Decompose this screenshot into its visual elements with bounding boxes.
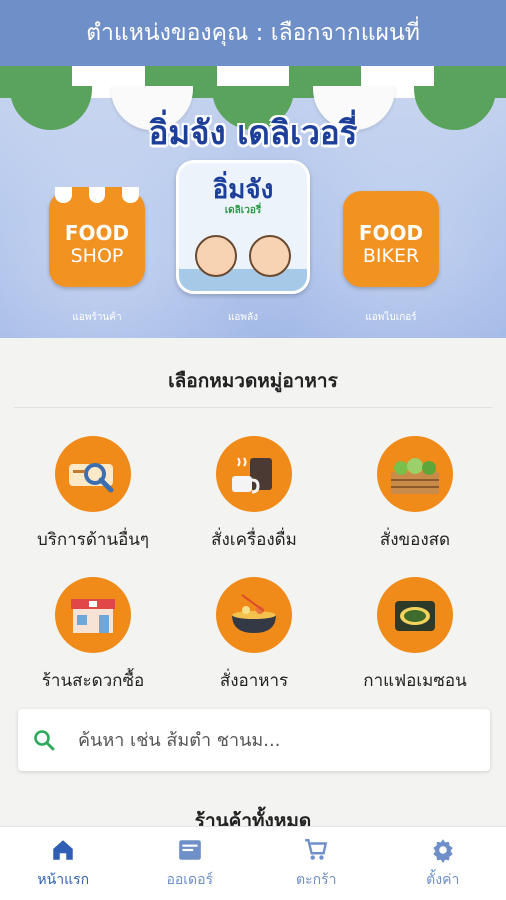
category-label: บริการด้านอื่นๆ — [36, 530, 150, 550]
category-section-title: เลือกหมวดหมู่อาหาร — [168, 370, 338, 392]
search-icon — [34, 730, 55, 751]
nav-settings-label: ตั้งค่า — [426, 871, 460, 888]
category-label: สั่งอาหาร — [219, 671, 289, 691]
convenience-store-icon — [55, 577, 131, 653]
nav-settings[interactable]: ตั้งค่า — [380, 827, 506, 900]
nav-orders[interactable]: ออเดอร์ — [127, 827, 254, 900]
nav-home-label: หน้าแรก — [37, 871, 90, 888]
mascot-face-icon — [195, 235, 237, 277]
nav-orders-label: ออเดอร์ — [166, 871, 214, 888]
location-title: ตำแหน่งของคุณ : เลือกจากแผนที่ — [86, 20, 420, 46]
category-label: กาแฟอเมซอน — [363, 671, 467, 691]
nav-cart[interactable]: ตะกร้า — [253, 827, 380, 900]
services-icon — [55, 436, 131, 512]
promo-banner: อิ่มจัง เดลิเวอรี่ FOOD SHOP อิ่มจัง เดล… — [0, 66, 506, 338]
gear-icon — [433, 838, 453, 863]
cart-icon — [305, 838, 328, 860]
biker-app-label: แอพไบเกอร์ — [365, 312, 417, 323]
brand-logo-text: อิ่มจัง เดลิเวอรี่ — [148, 113, 358, 152]
food-bowl-icon — [216, 577, 292, 653]
divider — [14, 407, 492, 408]
nav-home[interactable]: หน้าแรก — [0, 827, 127, 900]
category-food[interactable]: สั่งอาหาร — [170, 577, 338, 694]
category-convenience-store[interactable]: ร้านสะดวกซื้อ — [9, 577, 177, 694]
food-biker-line2: BIKER — [362, 244, 420, 267]
mascot-face-icon — [249, 235, 291, 277]
category-amazon-coffee[interactable]: กาแฟอเมซอน — [331, 577, 499, 694]
search-input[interactable] — [78, 729, 458, 751]
category-label: ร้านสะดวกซื้อ — [41, 671, 145, 691]
food-shop-line1: FOOD — [64, 220, 130, 245]
main-app-label: แอพลัง — [227, 312, 259, 323]
imjang-mascot-app-icon[interactable]: อิ่มจัง เดลิเวอรี่ — [176, 160, 310, 294]
fresh-produce-icon — [377, 436, 453, 512]
bottom-navigation: หน้าแรก ออเดอร์ ตะกร้า ตั้งค่า — [0, 826, 506, 900]
orders-icon — [178, 839, 201, 860]
mascot-subtitle: เดลิเวอรี่ — [224, 205, 262, 216]
shop-app-label: แอพร้านค้า — [72, 312, 122, 323]
location-bar[interactable]: ตำแหน่งของคุณ : เลือกจากแผนที่ — [0, 0, 506, 66]
category-fresh[interactable]: สั่งของสด — [331, 436, 499, 553]
food-biker-app-icon[interactable]: FOOD BIKER — [343, 191, 439, 287]
amazon-coffee-icon — [377, 577, 453, 653]
drinks-icon — [216, 436, 292, 512]
category-label: สั่งเครื่องดื่ม — [211, 530, 297, 550]
search-bar[interactable] — [18, 709, 490, 771]
food-shop-line2: SHOP — [70, 244, 124, 267]
category-label: สั่งของสด — [379, 530, 451, 550]
category-drinks[interactable]: สั่งเครื่องดื่ม — [170, 436, 338, 553]
home-icon — [53, 839, 73, 860]
category-services[interactable]: บริการด้านอื่นๆ — [9, 436, 177, 553]
food-shop-app-icon[interactable]: FOOD SHOP — [49, 187, 145, 287]
nav-cart-label: ตะกร้า — [296, 871, 337, 888]
food-biker-line1: FOOD — [358, 220, 424, 245]
